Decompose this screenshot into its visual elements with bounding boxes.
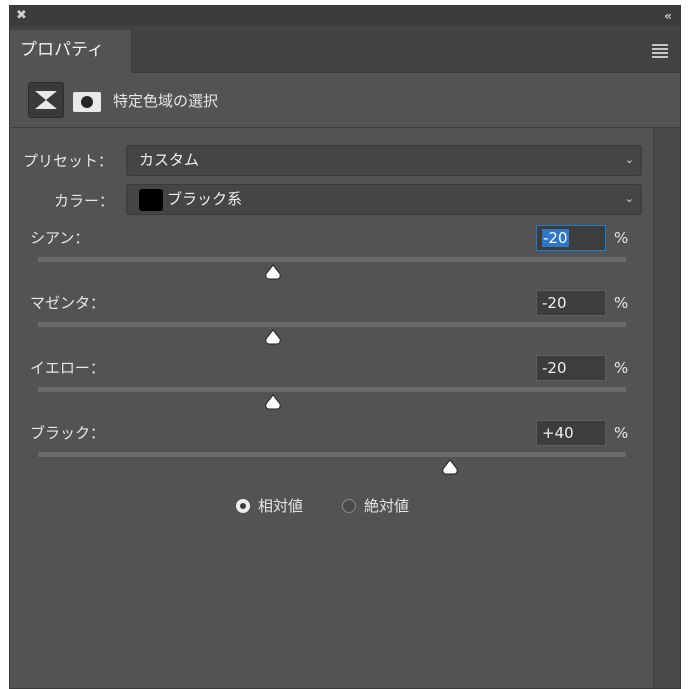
preset-value: カスタム xyxy=(139,151,200,169)
scrollbar[interactable] xyxy=(653,128,680,688)
method-radio-group: 相対値 絶対値 xyxy=(10,496,655,520)
black-percent-unit: % xyxy=(614,424,629,442)
cyan-value-field[interactable]: -20 xyxy=(536,225,606,251)
magenta-value: -20 xyxy=(542,294,567,312)
colors-value: ブラック系 xyxy=(167,190,243,208)
tab-bar: プロパティ xyxy=(10,26,680,73)
cyan-value: -20 xyxy=(542,229,569,247)
tab-properties[interactable]: プロパティ xyxy=(10,30,132,73)
yellow-value: -20 xyxy=(542,359,567,377)
absolute-radio[interactable] xyxy=(342,499,356,513)
color-swatch xyxy=(139,189,163,211)
black-slider-thumb[interactable] xyxy=(441,459,459,475)
yellow-label: イエロー： xyxy=(30,359,105,377)
selective-color-adjustment-icon[interactable] xyxy=(28,82,64,118)
collapse-panel-icon[interactable]: ‹‹ xyxy=(664,8,672,24)
yellow-slider-thumb[interactable] xyxy=(264,394,282,410)
magenta-percent-unit: % xyxy=(614,294,629,312)
close-icon[interactable]: ✖ xyxy=(16,8,27,24)
black-slider-track[interactable] xyxy=(38,452,626,457)
black-value-field[interactable]: +40 xyxy=(536,420,606,446)
layer-mask-icon[interactable] xyxy=(73,92,101,112)
absolute-label[interactable]: 絶対値 xyxy=(364,496,409,516)
preset-label: プリセット： xyxy=(23,152,114,170)
chevron-down-icon: ⌄ xyxy=(624,192,634,205)
magenta-label: マゼンタ： xyxy=(30,294,106,312)
cyan-slider-thumb[interactable] xyxy=(264,264,282,280)
yellow-percent-unit: % xyxy=(614,359,629,377)
cyan-slider-track[interactable] xyxy=(38,257,626,262)
relative-radio[interactable] xyxy=(236,499,250,513)
magenta-value-field[interactable]: -20 xyxy=(536,290,606,316)
adjustment-title: 特定色域の選択 xyxy=(113,92,219,110)
adjustment-header: 特定色域の選択 xyxy=(10,73,680,128)
magenta-slider-track[interactable] xyxy=(38,322,626,327)
properties-panel: ✖ ‹‹ プロパティ 特定色域の選択 プリセット： カスタム ⌄ カラー： ブラ… xyxy=(9,5,681,689)
colors-dropdown[interactable]: ブラック系 ⌄ xyxy=(126,184,642,215)
chevron-down-icon: ⌄ xyxy=(624,153,634,166)
cyan-label: シアン： xyxy=(30,229,90,247)
yellow-value-field[interactable]: -20 xyxy=(536,355,606,381)
colors-label: カラー： xyxy=(54,192,115,210)
relative-label[interactable]: 相対値 xyxy=(258,496,303,516)
panel-menu-icon[interactable] xyxy=(652,44,668,60)
magenta-slider-thumb[interactable] xyxy=(264,329,282,345)
cyan-percent-unit: % xyxy=(614,229,629,247)
black-label: ブラック： xyxy=(30,424,106,442)
black-value: +40 xyxy=(542,424,574,442)
yellow-slider-track[interactable] xyxy=(38,387,626,392)
preset-dropdown[interactable]: カスタム ⌄ xyxy=(126,145,642,176)
panel-titlebar: ✖ ‹‹ xyxy=(10,6,680,26)
